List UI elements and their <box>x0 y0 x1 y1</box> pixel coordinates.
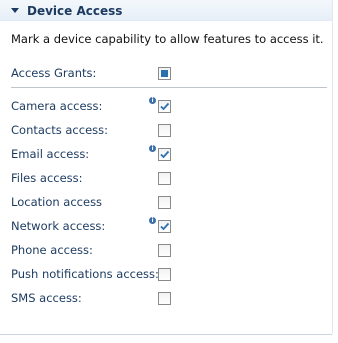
info-icon: i <box>149 97 156 104</box>
chevron-down-icon[interactable] <box>11 7 19 13</box>
sms-access-checkbox[interactable] <box>158 292 171 305</box>
divider <box>11 87 327 88</box>
capability-label: Camera access: <box>11 99 103 113</box>
capability-row-phone: Phone access: <box>0 242 338 260</box>
push-notifications-access-checkbox[interactable] <box>158 268 171 281</box>
access-grants-checkbox[interactable] <box>158 67 171 80</box>
capability-row-sms: SMS access: <box>0 290 338 308</box>
network-access-checkbox[interactable] <box>158 220 171 233</box>
camera-access-checkbox[interactable] <box>158 100 171 113</box>
section-description: Mark a device capability to allow featur… <box>11 32 324 46</box>
capability-label: Network access: <box>11 219 106 233</box>
capability-row-location: Location access <box>0 194 338 212</box>
capability-label: Email access: <box>11 147 90 161</box>
info-icon: i <box>149 217 156 224</box>
email-access-checkbox[interactable] <box>158 148 171 161</box>
capability-label: Contacts access: <box>11 123 109 137</box>
section-title: Device Access <box>27 3 123 18</box>
capability-row-email: Email access: i <box>0 145 338 164</box>
capability-label: SMS access: <box>11 291 82 305</box>
capability-row-network: Network access: i <box>0 217 338 236</box>
capability-row-contacts: Contacts access: <box>0 122 338 140</box>
capability-label: Push notifications access: <box>11 267 159 281</box>
info-icon: i <box>149 145 156 152</box>
capability-row-camera: Camera access: i <box>0 97 338 116</box>
files-access-checkbox[interactable] <box>158 172 171 185</box>
section-bottom-border <box>0 334 332 335</box>
phone-access-checkbox[interactable] <box>158 244 171 257</box>
capability-label: Files access: <box>11 171 83 185</box>
capability-row-push: Push notifications access: <box>0 266 338 284</box>
capability-label: Phone access: <box>11 243 93 257</box>
contacts-access-checkbox[interactable] <box>158 124 171 137</box>
capability-row-files: Files access: <box>0 170 338 188</box>
access-grants-row: Access Grants: <box>0 65 338 83</box>
location-access-checkbox[interactable] <box>158 196 171 209</box>
access-grants-label: Access Grants: <box>11 66 97 80</box>
section-header[interactable]: Device Access <box>0 0 333 21</box>
capability-label: Location access <box>11 195 103 209</box>
device-access-section: Device Access Mark a device capability t… <box>0 0 338 343</box>
